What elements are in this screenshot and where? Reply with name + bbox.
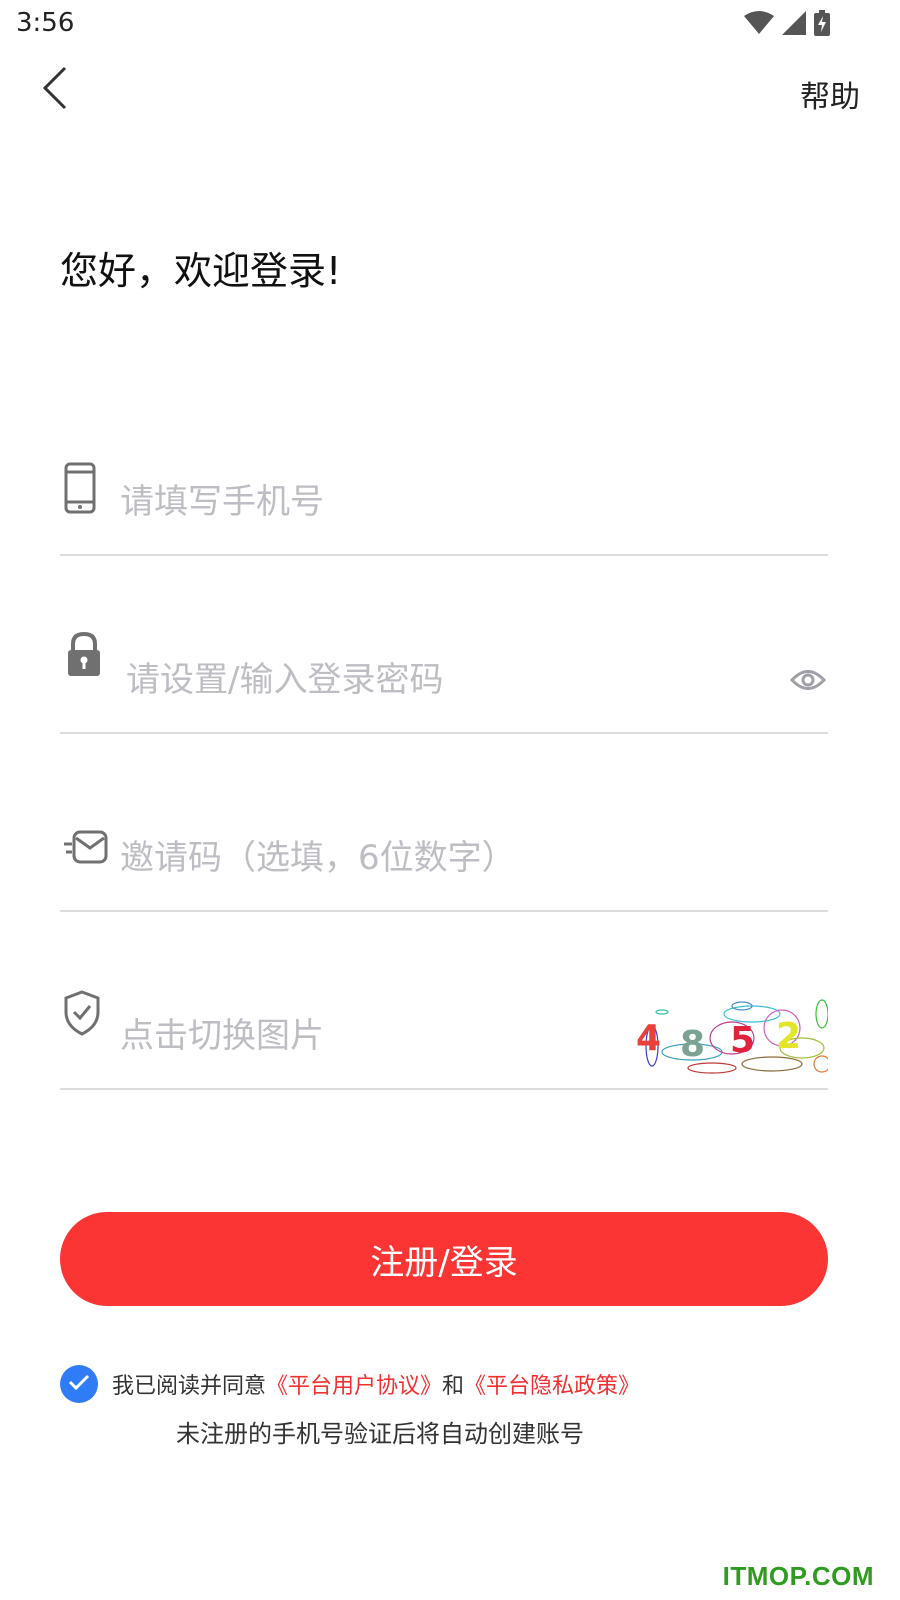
agreement-checkbox[interactable] xyxy=(60,1365,98,1403)
captcha-image[interactable]: 4 8 5 2 xyxy=(632,998,831,1078)
agreement-prefix: 我已阅读并同意 xyxy=(112,1374,267,1399)
invite-code-input[interactable] xyxy=(120,830,680,886)
shield-check-icon xyxy=(64,990,100,1036)
auto-register-note: 未注册的手机号验证后将自动创建账号 xyxy=(176,1420,584,1448)
status-bar: 3:56 xyxy=(0,0,900,50)
captcha-char: 8 xyxy=(680,1024,705,1065)
battery-charging-icon xyxy=(814,10,830,40)
password-visibility-toggle[interactable] xyxy=(788,662,828,702)
check-icon xyxy=(68,1372,90,1397)
back-button[interactable] xyxy=(30,60,80,120)
password-field xyxy=(60,632,828,734)
status-time: 3:56 xyxy=(16,8,75,38)
status-icons xyxy=(744,10,830,40)
captcha-field: 4 8 5 2 xyxy=(60,988,831,1090)
user-agreement-link[interactable]: 《平台用户协议》 xyxy=(266,1368,442,1400)
captcha-char: 4 xyxy=(636,1018,661,1059)
wifi-icon xyxy=(744,11,774,39)
lock-icon xyxy=(64,632,104,678)
eye-icon xyxy=(789,667,827,697)
phone-field xyxy=(60,454,828,556)
agreement-row: 我已阅读并同意 《平台用户协议》 和 《平台隐私政策》 xyxy=(60,1364,860,1404)
phone-icon xyxy=(64,462,96,514)
chevron-left-icon xyxy=(41,66,69,114)
captcha-input[interactable] xyxy=(120,1008,680,1064)
agreement-conjunction: 和 xyxy=(442,1374,465,1399)
privacy-policy-link[interactable]: 《平台隐私政策》 xyxy=(464,1368,640,1400)
invite-code-field xyxy=(60,810,828,912)
captcha-char: 5 xyxy=(730,1020,755,1061)
watermark: ITMOP.COM xyxy=(722,1561,874,1591)
password-input[interactable] xyxy=(126,652,686,708)
captcha-char: 2 xyxy=(776,1016,801,1057)
nav-bar: 帮助 xyxy=(0,60,900,120)
register-login-button[interactable]: 注册/登录 xyxy=(60,1212,828,1306)
page-title: 您好，欢迎登录! xyxy=(60,249,342,293)
help-link[interactable]: 帮助 xyxy=(800,72,860,116)
mail-icon xyxy=(64,828,108,866)
phone-input[interactable] xyxy=(120,474,680,530)
cell-signal-icon xyxy=(782,11,806,39)
